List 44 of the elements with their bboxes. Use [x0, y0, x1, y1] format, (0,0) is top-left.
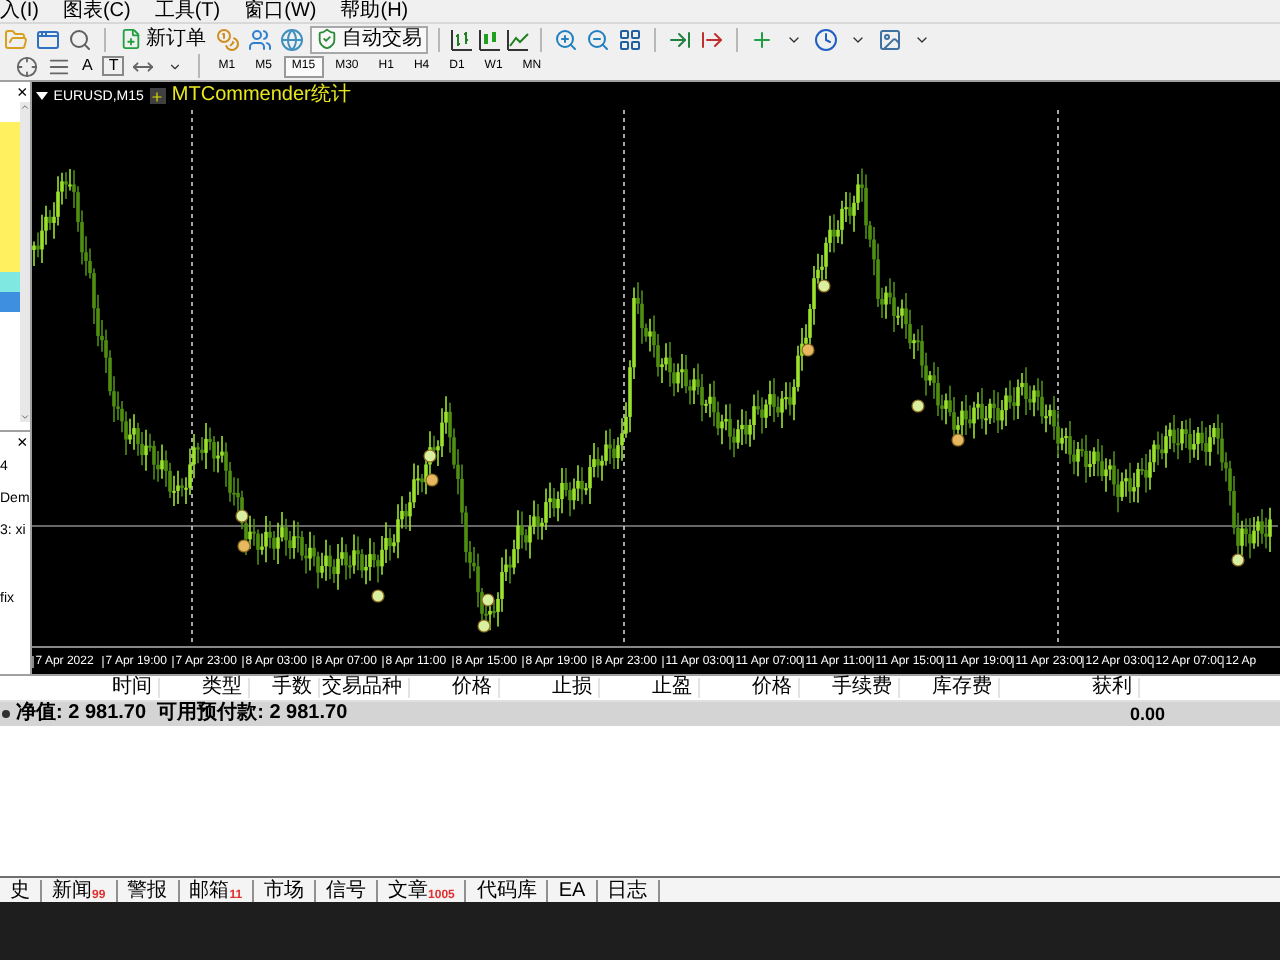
line-chart-icon[interactable] — [506, 27, 530, 51]
menu-item[interactable]: 入(I) — [0, 0, 39, 22]
balance-summary: 净值: 2 981.70 可用预付款: 2 981.70 — [16, 704, 350, 724]
clock-icon[interactable] — [812, 25, 840, 53]
column-header[interactable]: 时间 — [0, 678, 160, 698]
indicator-label: MTCommender统计 — [171, 86, 351, 106]
menu-arrow-icon[interactable] — [35, 92, 48, 100]
bar-chart-icon[interactable] — [450, 27, 474, 51]
tile-grid-icon[interactable] — [616, 25, 644, 53]
column-header[interactable]: 库存费 — [900, 678, 1000, 698]
menu-item[interactable]: 帮助(H) — [340, 0, 409, 22]
menu-item[interactable]: 图表(C) — [62, 0, 131, 22]
new-order-button[interactable]: 新订单 — [116, 25, 210, 53]
zoom-in-icon[interactable] — [552, 25, 580, 53]
column-header[interactable]: 止损 — [500, 678, 600, 698]
candlestick-icon[interactable] — [478, 27, 502, 51]
shield-icon — [316, 28, 338, 50]
close-button[interactable]: × — [17, 432, 28, 452]
menu-item[interactable]: 工具(T) — [154, 0, 221, 22]
column-header[interactable]: 止盈 — [600, 678, 700, 698]
column-header[interactable]: 手续费 — [800, 678, 900, 698]
column-header[interactable]: 价格 — [700, 678, 800, 698]
column-header[interactable]: 手数 — [250, 678, 320, 698]
column-header[interactable]: 交易品种 — [320, 678, 410, 698]
crosshair-icon[interactable] — [12, 52, 40, 80]
window-icon[interactable] — [34, 25, 62, 53]
column-header[interactable]: 价格 — [410, 678, 500, 698]
text-tool[interactable]: A — [76, 58, 99, 74]
scrollbar[interactable] — [19, 102, 30, 422]
template-icon[interactable] — [876, 25, 904, 53]
search-icon[interactable] — [66, 25, 94, 53]
globe-icon[interactable] — [278, 25, 306, 53]
plus-icon[interactable] — [149, 88, 166, 104]
column-header[interactable]: 类型 — [160, 678, 250, 698]
document-plus-icon — [120, 28, 142, 50]
row-marker-icon — [2, 710, 10, 718]
label-tool[interactable]: T — [102, 56, 125, 76]
auto-trading-button[interactable]: 自动交易 — [310, 25, 428, 53]
close-button[interactable]: × — [17, 82, 28, 102]
zoom-out-icon[interactable] — [584, 25, 612, 53]
coins-icon[interactable] — [214, 25, 242, 53]
people-icon[interactable] — [246, 25, 274, 53]
column-header[interactable]: 获利 — [1000, 678, 1140, 698]
profit-total: 0.00 — [1130, 705, 1166, 723]
